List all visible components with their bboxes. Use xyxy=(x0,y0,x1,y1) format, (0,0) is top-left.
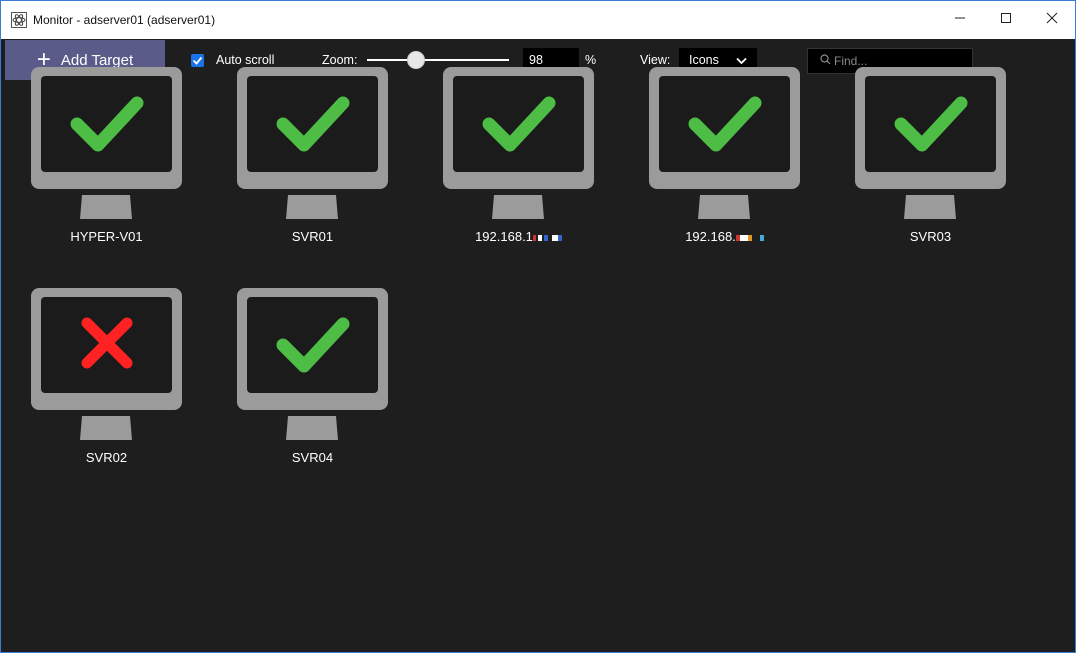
view-select-value: Icons xyxy=(689,53,719,67)
target-tile[interactable]: SVR01 xyxy=(237,67,397,267)
target-name: 192.168. xyxy=(649,229,800,244)
close-icon xyxy=(1046,11,1058,29)
target-tile[interactable]: 192.168.1 xyxy=(443,67,603,267)
target-tile[interactable]: SVR02 xyxy=(31,288,191,488)
monitor-ok-icon xyxy=(649,67,800,219)
checkmark-icon xyxy=(192,56,203,65)
maximize-icon xyxy=(1000,11,1012,29)
close-button[interactable] xyxy=(1029,1,1075,39)
search-icon xyxy=(820,54,831,68)
target-name: SVR02 xyxy=(85,450,128,465)
title-bar: Monitor - adserver01 (adserver01) xyxy=(1,1,1075,39)
window-title: Monitor - adserver01 (adserver01) xyxy=(33,13,216,27)
target-name: 192.168.1 xyxy=(443,229,594,244)
minimize-button[interactable] xyxy=(937,1,983,39)
monitor-error-icon xyxy=(31,288,182,440)
monitor-ok-icon xyxy=(237,288,388,440)
monitor-window: Monitor - adserver01 (adserver01) + Add … xyxy=(0,0,1076,653)
redacted-block xyxy=(532,229,562,244)
monitor-ok-icon xyxy=(855,67,1006,219)
monitor-ok-icon xyxy=(31,67,182,219)
target-tile[interactable]: SVR03 xyxy=(855,67,1015,267)
target-tile[interactable]: HYPER-V01 xyxy=(31,67,191,267)
target-name: SVR01 xyxy=(291,229,334,244)
minimize-icon xyxy=(954,11,966,29)
find-placeholder: Find... xyxy=(834,54,868,68)
auto-scroll-label: Auto scroll xyxy=(216,53,275,67)
add-target-label: Add Target xyxy=(60,51,134,69)
monitor-ok-icon xyxy=(237,67,388,219)
target-tile[interactable]: SVR04 xyxy=(237,288,397,488)
auto-scroll-checkbox[interactable] xyxy=(191,53,204,67)
zoom-slider-thumb[interactable] xyxy=(407,51,425,69)
maximize-button[interactable] xyxy=(983,1,1029,39)
target-name: SVR03 xyxy=(909,229,952,244)
chevron-down-icon xyxy=(736,54,747,68)
target-name: SVR04 xyxy=(291,450,334,465)
zoom-slider-track[interactable] xyxy=(367,59,509,61)
app-icon xyxy=(11,12,27,28)
target-name: HYPER-V01 xyxy=(70,229,143,244)
monitor-ok-icon xyxy=(443,67,594,219)
target-tile[interactable]: 192.168. xyxy=(649,67,809,267)
redacted-block xyxy=(735,229,764,244)
